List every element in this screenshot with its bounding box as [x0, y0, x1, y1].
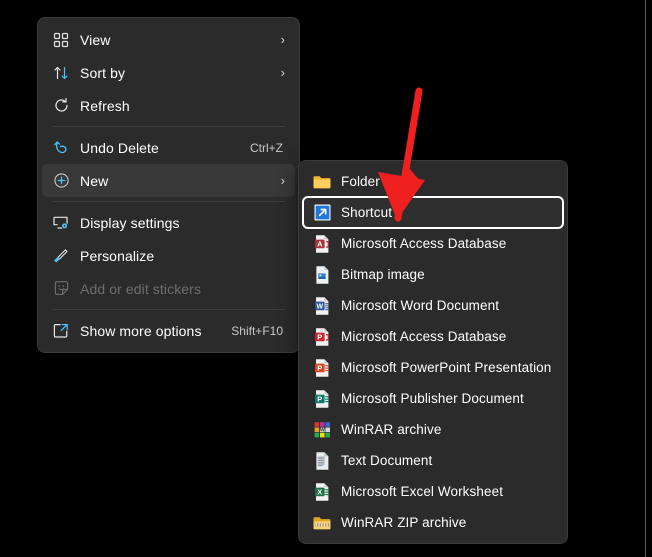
menu-item-personalize[interactable]: Personalize	[42, 239, 295, 272]
svg-text:A: A	[317, 239, 323, 248]
access-database-icon: A	[309, 233, 335, 255]
menu-item-sort-by[interactable]: Sort by ›	[42, 56, 295, 89]
svg-text:P: P	[317, 363, 322, 372]
menu-item-accelerator: Shift+F10	[231, 323, 283, 338]
desktop-context-menu: View › Sort by › Refresh Undo Delete Ctr…	[37, 17, 300, 353]
display-settings-icon	[48, 213, 74, 233]
menu-separator-1	[52, 126, 285, 127]
submenu-item-powerpoint-presentation[interactable]: P Microsoft PowerPoint Presentation	[303, 352, 563, 383]
submenu-item-access-database-2[interactable]: P Microsoft Access Database	[303, 321, 563, 352]
submenu-item-text-document[interactable]: Text Document	[303, 445, 563, 476]
svg-text:X: X	[317, 487, 322, 496]
svg-text:P: P	[317, 332, 322, 341]
submenu-item-winrar-zip-archive[interactable]: WinRAR ZIP archive	[303, 507, 563, 538]
menu-item-undo-delete[interactable]: Undo Delete Ctrl+Z	[42, 131, 295, 164]
submenu-item-excel-worksheet[interactable]: X Microsoft Excel Worksheet	[303, 476, 563, 507]
submenu-item-label: Microsoft PowerPoint Presentation	[341, 360, 552, 375]
submenu-item-word-document[interactable]: W Microsoft Word Document	[303, 290, 563, 321]
chevron-right-icon: ›	[280, 173, 285, 188]
shortcut-icon	[309, 202, 335, 224]
svg-text:P: P	[317, 394, 322, 403]
menu-item-refresh[interactable]: Refresh	[42, 89, 295, 122]
menu-separator-3	[52, 309, 285, 310]
view-grid-icon	[48, 30, 74, 50]
svg-text:W: W	[319, 427, 324, 433]
refresh-icon	[48, 96, 74, 116]
winrar-archive-icon: W	[309, 419, 335, 441]
sort-arrows-icon	[48, 63, 74, 83]
submenu-item-label: WinRAR archive	[341, 422, 442, 437]
word-document-icon: W	[309, 295, 335, 317]
submenu-item-label: Folder	[341, 174, 380, 189]
submenu-item-bitmap-image[interactable]: Bitmap image	[303, 259, 563, 290]
submenu-item-label: Bitmap image	[341, 267, 425, 282]
menu-item-label: Display settings	[80, 214, 180, 231]
sticker-icon	[48, 279, 74, 299]
menu-item-label: Undo Delete	[80, 139, 159, 156]
menu-item-label: New	[80, 172, 109, 189]
publisher-document-icon: P	[309, 388, 335, 410]
submenu-item-label: Text Document	[341, 453, 433, 468]
submenu-item-access-database[interactable]: A Microsoft Access Database	[303, 228, 563, 259]
menu-item-add-or-edit-stickers: Add or edit stickers	[42, 272, 295, 305]
chevron-right-icon: ›	[280, 65, 285, 80]
window-right-edge	[645, 0, 646, 557]
undo-icon	[48, 138, 74, 158]
new-submenu: Folder Shortcut A Microsoft Access Datab…	[298, 160, 568, 544]
bitmap-image-icon	[309, 264, 335, 286]
menu-item-label: View	[80, 31, 111, 48]
submenu-item-label: Microsoft Excel Worksheet	[341, 484, 504, 499]
chevron-right-icon: ›	[280, 32, 285, 47]
submenu-item-winrar-archive[interactable]: W WinRAR archive	[303, 414, 563, 445]
menu-item-label: Sort by	[80, 64, 126, 81]
menu-item-label: Add or edit stickers	[80, 280, 202, 297]
menu-item-label: Refresh	[80, 97, 130, 114]
menu-item-view[interactable]: View ›	[42, 23, 295, 56]
menu-item-new[interactable]: New ›	[42, 164, 295, 197]
folder-icon	[309, 171, 335, 193]
submenu-item-label: Microsoft Publisher Document	[341, 391, 524, 406]
svg-text:W: W	[316, 303, 323, 310]
submenu-item-folder[interactable]: Folder	[303, 166, 563, 197]
submenu-item-label: Shortcut	[341, 205, 393, 220]
menu-item-display-settings[interactable]: Display settings	[42, 206, 295, 239]
menu-item-label: Show more options	[80, 322, 202, 339]
text-document-icon	[309, 450, 335, 472]
excel-worksheet-icon: X	[309, 481, 335, 503]
submenu-item-shortcut[interactable]: Shortcut	[302, 196, 564, 229]
personalize-brush-icon	[48, 246, 74, 266]
powerpoint-presentation-icon: P	[309, 357, 335, 379]
access-database-alt-icon: P	[309, 326, 335, 348]
menu-item-accelerator: Ctrl+Z	[250, 140, 283, 155]
show-more-options-icon	[48, 321, 74, 341]
winrar-zip-archive-icon	[309, 512, 335, 534]
menu-item-label: Personalize	[80, 247, 155, 264]
submenu-item-label: WinRAR ZIP archive	[341, 515, 467, 530]
submenu-item-label: Microsoft Word Document	[341, 298, 500, 313]
submenu-item-publisher-document[interactable]: P Microsoft Publisher Document	[303, 383, 563, 414]
new-plus-icon	[48, 171, 74, 191]
submenu-item-label: Microsoft Access Database	[341, 236, 507, 251]
menu-item-show-more-options[interactable]: Show more options Shift+F10	[42, 314, 295, 347]
menu-separator-2	[52, 201, 285, 202]
submenu-item-label: Microsoft Access Database	[341, 329, 507, 344]
